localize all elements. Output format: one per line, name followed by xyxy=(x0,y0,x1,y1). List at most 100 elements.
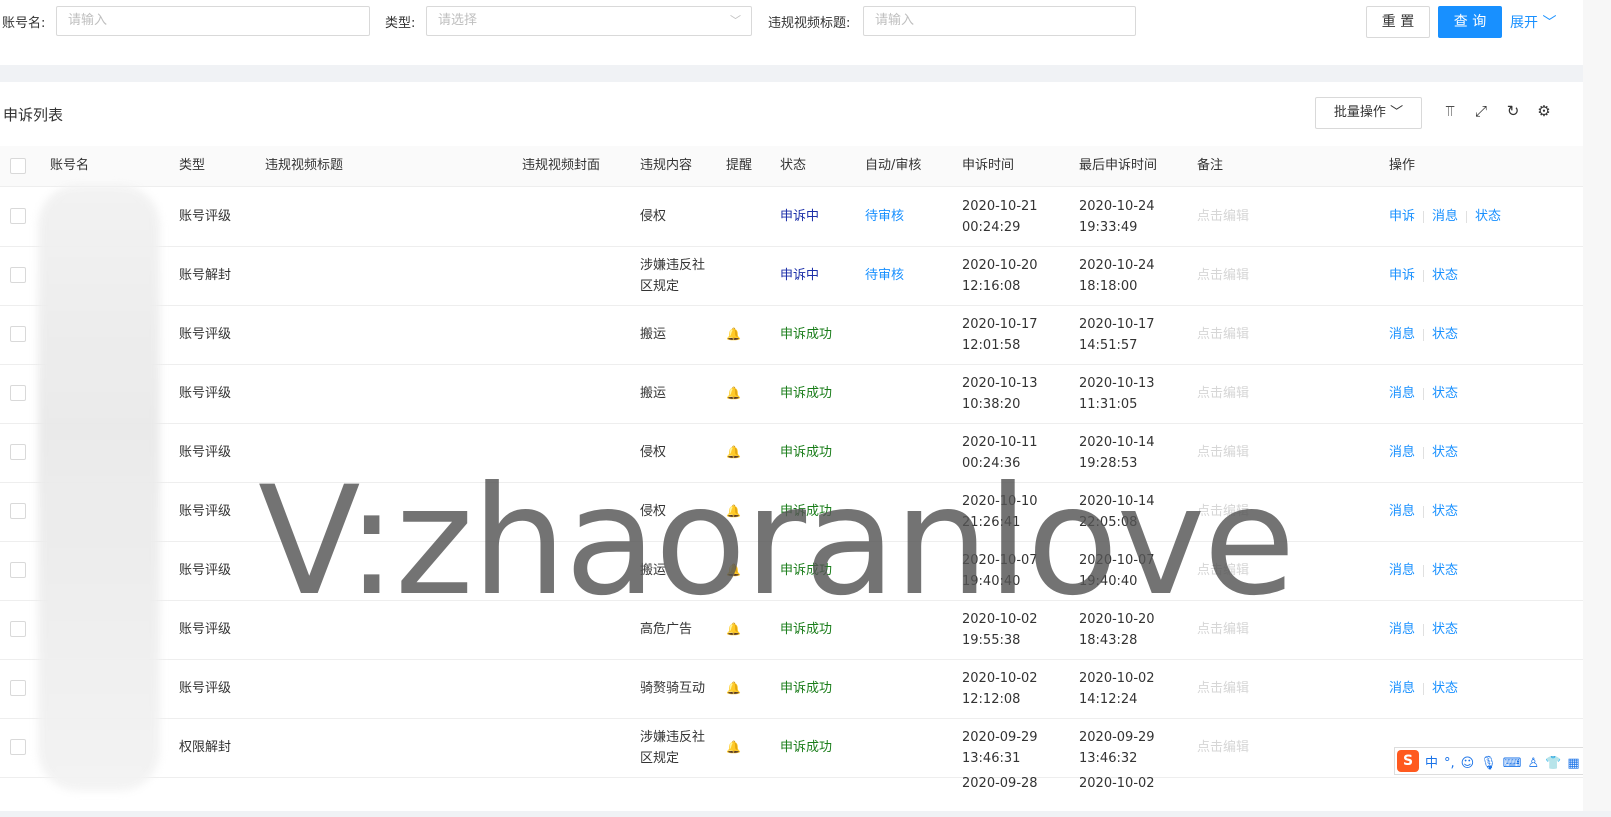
status-cell: 申诉中 xyxy=(780,268,820,283)
account-input[interactable]: 请输入 xyxy=(56,6,370,36)
action-link[interactable]: 申诉 xyxy=(1389,206,1415,227)
action-link[interactable]: 消息 xyxy=(1389,442,1415,463)
reset-button[interactable]: 重 置 xyxy=(1366,6,1430,38)
type-cell: 账号评级 xyxy=(179,563,232,578)
table-header: 账号名 类型 违规视频标题 违规视频封面 违规内容 提醒 状态 自动/审核 申诉时间 最后申诉时间… xyxy=(0,146,1583,187)
ime-items: 中 °, ☺ 🎙 ⌨ ♙ 👕 ▦ xyxy=(1419,752,1580,771)
action-link[interactable]: 状态 xyxy=(1432,619,1458,640)
row-checkbox[interactable] xyxy=(10,385,26,401)
action-link[interactable]: 状态 xyxy=(1432,678,1458,699)
row-checkbox[interactable] xyxy=(10,326,26,342)
select-all-checkbox[interactable] xyxy=(10,158,26,174)
last-appeal-time-cell: 2020-10-24 18:18:00 xyxy=(1079,257,1155,294)
action-link[interactable]: 状态 xyxy=(1432,501,1458,522)
ime-button-icon[interactable]: °, xyxy=(1444,756,1455,771)
status-cell: 申诉成功 xyxy=(780,740,833,755)
ime-button-icon[interactable]: ⌨ xyxy=(1503,756,1522,771)
row-checkbox[interactable] xyxy=(10,739,26,755)
fullscreen-icon[interactable]: ⤢ xyxy=(1471,101,1491,121)
bell-icon: 🔔 xyxy=(726,327,741,341)
action-link[interactable]: 消息 xyxy=(1389,324,1415,345)
review-link[interactable]: 待审核 xyxy=(865,187,904,246)
column-header: 提醒 xyxy=(726,158,753,173)
column-header: 类型 xyxy=(179,158,206,173)
status-cell: 申诉成功 xyxy=(780,386,833,401)
type-cell: 权限解封 xyxy=(179,740,232,755)
last-appeal-time-cell: 2020-10-17 14:51:57 xyxy=(1079,316,1155,353)
ime-button-icon[interactable]: ♙ xyxy=(1528,756,1540,771)
scrollbar[interactable] xyxy=(1583,0,1611,811)
last-appeal-time-cell: 2020-10-24 19:33:49 xyxy=(1079,198,1155,235)
chevron-down-icon: ﹀ xyxy=(1542,15,1557,31)
query-button[interactable]: 查 询 xyxy=(1438,6,1502,38)
ime-toolbar[interactable]: S 中 °, ☺ 🎙 ⌨ ♙ 👕 ▦ xyxy=(1394,747,1590,775)
column-header: 违规视频标题 xyxy=(265,158,344,173)
status-cell: 申诉中 xyxy=(780,209,820,224)
type-cell: 账号评级 xyxy=(179,327,232,342)
ime-button-icon[interactable]: 🎙 xyxy=(1480,756,1497,771)
note-edit-link[interactable]: 点击编辑 xyxy=(1197,659,1249,718)
ime-button-icon[interactable]: 👕 xyxy=(1545,756,1561,771)
row-checkbox[interactable] xyxy=(10,680,26,696)
row-checkbox[interactable] xyxy=(10,444,26,460)
row-checkbox[interactable] xyxy=(10,267,26,283)
note-edit-link[interactable]: 点击编辑 xyxy=(1197,246,1249,305)
batch-label: 批量操作 xyxy=(1333,105,1386,120)
watermark-text: V:zhaoranlove xyxy=(258,455,1296,629)
column-header: 申诉时间 xyxy=(962,158,1015,173)
column-header: 操作 xyxy=(1389,158,1416,173)
action-link[interactable]: 消息 xyxy=(1389,383,1415,404)
content-cell: 搬运 xyxy=(640,327,667,342)
type-select[interactable]: 请选择 ﹀ xyxy=(426,6,752,36)
refresh-icon[interactable]: ↻ xyxy=(1503,101,1523,121)
partial-time-cell: 2020-09-28 xyxy=(962,775,1038,791)
action-link[interactable]: 状态 xyxy=(1432,265,1458,286)
last-appeal-time-cell: 2020-10-13 11:31:05 xyxy=(1079,375,1155,412)
content-cell: 涉嫌违反社 区规定 xyxy=(640,257,706,294)
type-cell: 账号评级 xyxy=(179,445,232,460)
note-edit-link[interactable]: 点击编辑 xyxy=(1197,305,1249,364)
action-link[interactable]: 状态 xyxy=(1432,383,1458,404)
action-link[interactable]: 消息 xyxy=(1389,501,1415,522)
ime-button-icon[interactable]: ▦ xyxy=(1567,756,1579,771)
ime-button-icon[interactable]: 中 xyxy=(1425,756,1438,771)
column-header: 违规内容 xyxy=(640,158,693,173)
appeal-time-cell: 2020-10-02 12:12:08 xyxy=(962,670,1038,707)
settings-icon[interactable]: ⚙ xyxy=(1534,101,1554,121)
review-link[interactable]: 待审核 xyxy=(865,246,904,305)
actions-cell: 消息 状态 xyxy=(1389,364,1458,423)
actions-cell: 消息 状态 xyxy=(1389,423,1458,482)
row-checkbox[interactable] xyxy=(10,562,26,578)
action-link[interactable]: 状态 xyxy=(1432,442,1458,463)
batch-actions-button[interactable]: 批量操作 ﹀ xyxy=(1315,97,1422,129)
row-checkbox[interactable] xyxy=(10,208,26,224)
note-edit-link[interactable]: 点击编辑 xyxy=(1197,187,1249,246)
type-cell: 账号评级 xyxy=(179,386,232,401)
action-link[interactable]: 消息 xyxy=(1389,678,1415,699)
appeal-list-panel: 申诉列表 批量操作 ﹀ ⫪ ⤢ ↻ ⚙ 账号名 类型 违规视频标题 违规视频封面 违规内… xyxy=(0,82,1583,811)
note-edit-link[interactable]: 点击编辑 xyxy=(1197,718,1249,777)
type-cell: 账号评级 xyxy=(179,622,232,637)
content-cell: 侵权 xyxy=(640,209,667,224)
status-cell: 申诉成功 xyxy=(780,327,833,342)
type-cell: 账号评级 xyxy=(179,504,232,519)
action-link[interactable]: 状态 xyxy=(1475,206,1501,227)
title-input[interactable]: 请输入 xyxy=(863,6,1136,36)
expand-link[interactable]: 展开 ﹀ xyxy=(1510,12,1556,32)
action-link[interactable]: 状态 xyxy=(1432,560,1458,581)
ime-button-icon[interactable]: ☺ xyxy=(1461,756,1475,771)
actions-cell: 消息 状态 xyxy=(1389,600,1458,659)
row-checkbox[interactable] xyxy=(10,503,26,519)
action-link[interactable]: 消息 xyxy=(1389,560,1415,581)
row-checkbox[interactable] xyxy=(10,621,26,637)
action-link[interactable]: 申诉 xyxy=(1389,265,1415,286)
note-edit-link[interactable]: 点击编辑 xyxy=(1197,364,1249,423)
action-link[interactable]: 状态 xyxy=(1432,324,1458,345)
action-link[interactable]: 消息 xyxy=(1389,619,1415,640)
blurred-account-names xyxy=(38,185,160,791)
density-icon[interactable]: ⫪ xyxy=(1440,101,1460,121)
partial-time-cell: 2020-10-02 xyxy=(1079,775,1155,791)
filter-bar: 账号名: 请输入 类型: 请选择 ﹀ 违规视频标题: 请输入 重 置 查 询 展… xyxy=(0,0,1583,65)
action-link[interactable]: 消息 xyxy=(1432,206,1458,227)
bell-icon: 🔔 xyxy=(726,386,741,400)
